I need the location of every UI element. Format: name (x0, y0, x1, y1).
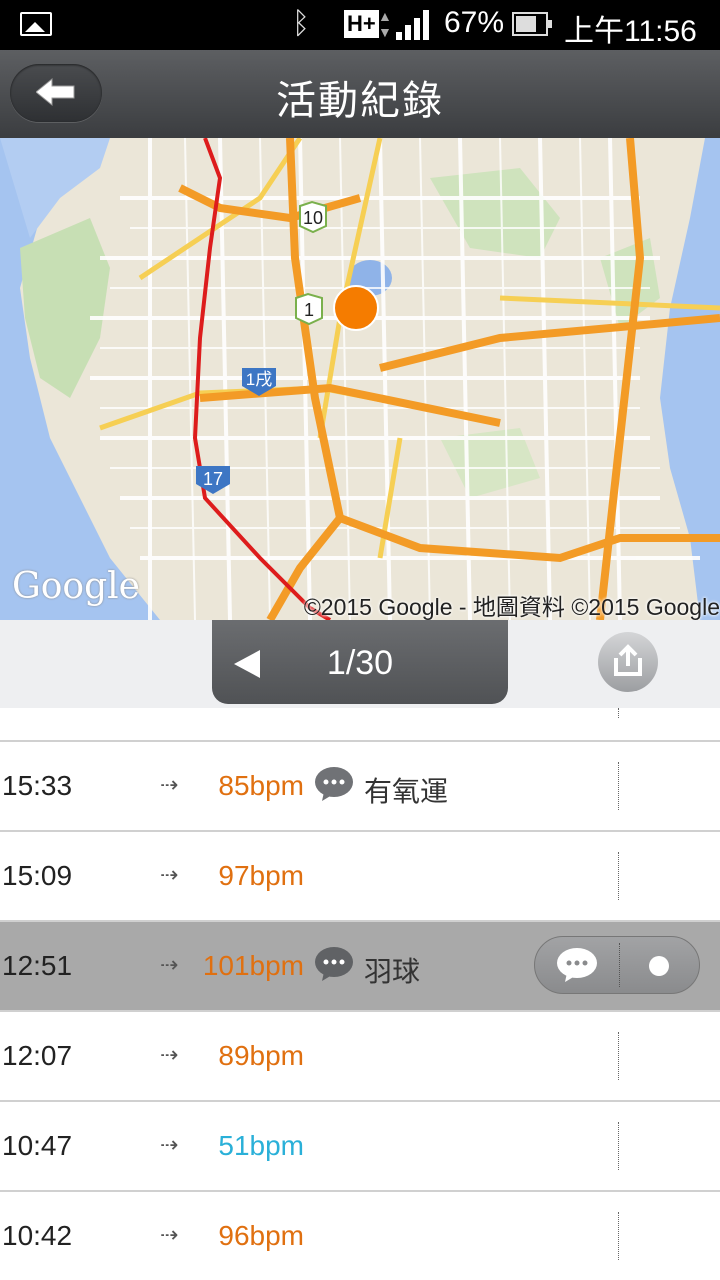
list-item[interactable]: 10:47 ⇢ 51bpm (0, 1102, 720, 1192)
triangle-left-icon[interactable] (234, 650, 260, 678)
list-item-selected[interactable]: 12:51 ⇢ 101bpm 羽球 (0, 922, 720, 1012)
pager: 1/30 (212, 620, 508, 704)
comment-icon (315, 947, 353, 981)
add-comment-button[interactable] (555, 947, 599, 983)
record-time: 12:51 (2, 950, 73, 981)
share-icon (614, 644, 642, 676)
arrow-right-icon: ⇢ (160, 862, 178, 887)
road-marker-17: 17 (203, 469, 223, 489)
row-action-group (534, 936, 700, 994)
clock: 上午11:56 (564, 15, 697, 48)
record-time: 15:09 (2, 860, 73, 891)
arrow-right-icon: ⇢ (160, 772, 178, 797)
record-bpm: 51bpm (218, 1130, 304, 1161)
battery-icon (512, 12, 552, 36)
map-copyright: ©2015 Google - 地圖資料 ©2015 Google (303, 594, 720, 620)
record-navigation: 1/30 (0, 620, 720, 708)
record-note: 有氧運 (364, 776, 449, 807)
record-time: 15:33 (2, 770, 73, 801)
road-marker-10: 10 (303, 208, 323, 228)
record-bpm: 97bpm (218, 860, 304, 891)
gallery-notification-icon (20, 12, 52, 36)
map-canvas: 10 1 1戌 17 (0, 138, 720, 620)
road-marker-1: 1 (304, 300, 314, 320)
app-header: 活動紀錄 (0, 50, 720, 138)
record-bpm: 85bpm (218, 770, 304, 801)
record-dot-button[interactable] (649, 956, 669, 976)
arrow-right-icon: ⇢ (160, 952, 178, 977)
location-marker[interactable] (333, 285, 379, 331)
record-list[interactable]: 15:33 ⇢ 85bpm 有氧運 15:09 ⇢ 97bpm 12:51 ⇢ … (0, 708, 720, 1280)
record-time: 10:47 (2, 1130, 73, 1161)
page-indicator: 1/30 (326, 644, 394, 682)
list-item-partial (0, 708, 720, 742)
record-bpm: 89bpm (218, 1040, 304, 1071)
list-item[interactable]: 15:33 ⇢ 85bpm 有氧運 (0, 742, 720, 832)
bluetooth-icon: ᛒ (292, 6, 310, 41)
road-marker-1-shu: 1戌 (246, 370, 272, 389)
status-bar: ᛒ H+ ▲ ▼ 67% 上午11:56 (0, 0, 720, 50)
list-item[interactable]: 12:07 ⇢ 89bpm (0, 1012, 720, 1102)
arrow-right-icon: ⇢ (160, 1222, 178, 1247)
arrow-right-icon: ⇢ (160, 1042, 178, 1067)
share-button[interactable] (598, 632, 658, 692)
network-type: H+ (344, 10, 379, 38)
data-activity-icon: ▲ ▼ (378, 8, 392, 40)
map-view[interactable]: 10 1 1戌 17 Google ©2015 Google - 地圖資料 ©2… (0, 138, 720, 620)
arrow-right-icon: ⇢ (160, 1132, 178, 1157)
comment-icon (315, 767, 353, 801)
record-note: 羽球 (364, 956, 421, 987)
signal-icon (396, 10, 430, 40)
record-bpm: 96bpm (218, 1220, 304, 1251)
list-item[interactable]: 10:42 ⇢ 96bpm (0, 1192, 720, 1280)
record-time: 10:42 (2, 1220, 73, 1251)
record-time: 12:07 (2, 1040, 73, 1071)
record-bpm: 101bpm (202, 950, 304, 981)
list-item[interactable]: 15:09 ⇢ 97bpm (0, 832, 720, 922)
page-title: 活動紀錄 (276, 79, 444, 123)
battery-percent: 67% (444, 6, 505, 39)
google-logo: Google (12, 566, 140, 607)
